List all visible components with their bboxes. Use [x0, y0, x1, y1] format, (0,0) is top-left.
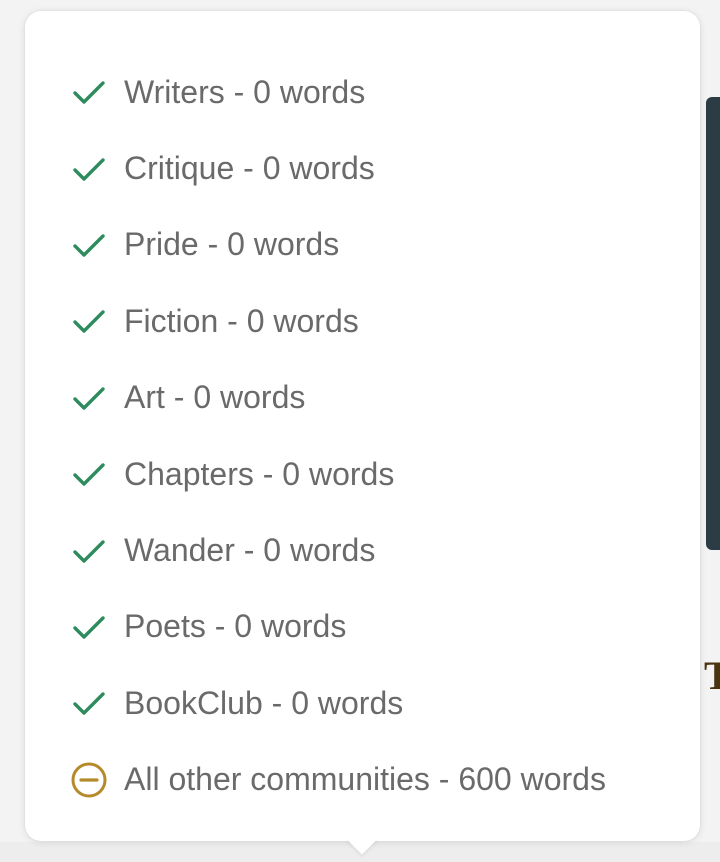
community-label: Poets - 0 words: [124, 608, 347, 645]
check-icon: [70, 684, 108, 722]
community-list: Writers - 0 words Critique - 0 words Pri…: [25, 54, 700, 818]
check-icon: [70, 379, 108, 417]
community-label: Fiction - 0 words: [124, 302, 359, 339]
community-label: BookClub - 0 words: [124, 684, 404, 721]
background-heading-fragment: T: [704, 653, 720, 698]
list-item: Pride - 0 words: [25, 207, 700, 283]
list-item: Fiction - 0 words: [25, 283, 700, 359]
community-label: Pride - 0 words: [124, 226, 340, 263]
list-item: Art - 0 words: [25, 360, 700, 436]
minus-circle-icon: [70, 761, 108, 799]
community-label: Wander - 0 words: [124, 532, 376, 569]
check-icon: [70, 150, 108, 188]
community-label: Writers - 0 words: [124, 73, 366, 110]
list-item: Poets - 0 words: [25, 589, 700, 665]
check-icon: [70, 455, 108, 493]
check-icon: [70, 302, 108, 340]
community-label: All other communities - 600 words: [124, 761, 606, 798]
background-panel: [706, 97, 720, 550]
community-word-count-popover: Writers - 0 words Critique - 0 words Pri…: [25, 11, 700, 841]
list-item: All other communities - 600 words: [25, 742, 700, 818]
community-label: Art - 0 words: [124, 379, 306, 416]
check-icon: [70, 532, 108, 570]
community-label: Critique - 0 words: [124, 150, 375, 187]
list-item: BookClub - 0 words: [25, 665, 700, 741]
list-item: Critique - 0 words: [25, 130, 700, 206]
community-label: Chapters - 0 words: [124, 455, 395, 492]
check-icon: [70, 226, 108, 264]
check-icon: [70, 73, 108, 111]
list-item: Writers - 0 words: [25, 54, 700, 130]
list-item: Chapters - 0 words: [25, 436, 700, 512]
list-item: Wander - 0 words: [25, 512, 700, 588]
check-icon: [70, 608, 108, 646]
